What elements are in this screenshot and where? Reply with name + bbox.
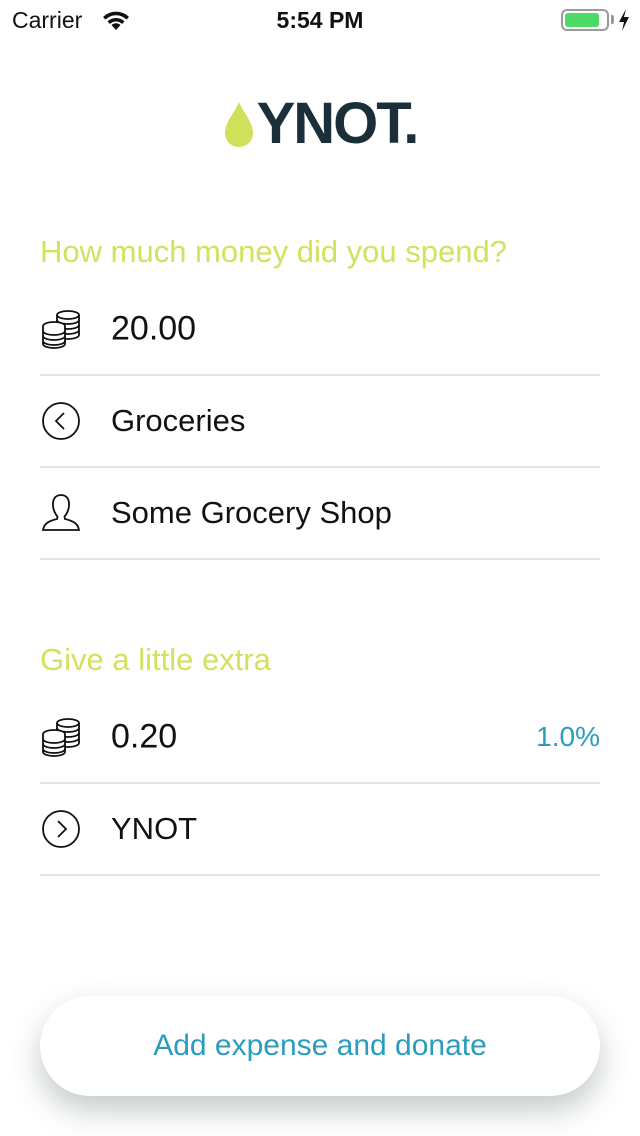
expense-amount-row[interactable]: 20.00 xyxy=(40,284,600,376)
coins-icon xyxy=(42,718,80,757)
chevron-right-circle-icon xyxy=(42,810,80,848)
add-expense-button-label: Add expense and donate xyxy=(153,1029,487,1062)
chevron-left-circle-icon xyxy=(42,402,80,440)
person-icon xyxy=(41,494,81,531)
battery-icon xyxy=(561,9,609,31)
donation-amount-row[interactable]: 0.20 1.0% xyxy=(40,692,600,784)
leaf-drop-icon xyxy=(224,102,253,147)
add-expense-button[interactable]: Add expense and donate xyxy=(40,996,600,1096)
category-label: Groceries xyxy=(111,403,246,438)
battery-cap xyxy=(611,15,614,24)
coins-icon xyxy=(42,310,80,349)
recipient-label: YNOT xyxy=(111,811,198,846)
donation-amount-input[interactable]: 0.20 xyxy=(111,718,177,757)
extra-section-title: Give a little extra xyxy=(40,642,271,677)
payee-row[interactable]: Some Grocery Shop xyxy=(40,468,600,560)
clock: 5:54 PM xyxy=(276,7,364,33)
category-row[interactable]: Groceries xyxy=(40,376,600,468)
battery-level xyxy=(565,13,599,27)
status-bar: Carrier 5:54 PM xyxy=(0,0,640,40)
logo-text: YNOT. xyxy=(256,91,420,156)
donation-percent[interactable]: 1.0% xyxy=(536,721,600,753)
expense-amount-input[interactable]: 20.00 xyxy=(111,310,196,349)
expense-section-title: How much money did you spend? xyxy=(40,234,507,269)
app-logo: YNOT. xyxy=(0,92,640,156)
recipient-row[interactable]: YNOT xyxy=(40,784,600,876)
charging-bolt-icon xyxy=(619,9,629,31)
payee-label: Some Grocery Shop xyxy=(111,495,392,530)
